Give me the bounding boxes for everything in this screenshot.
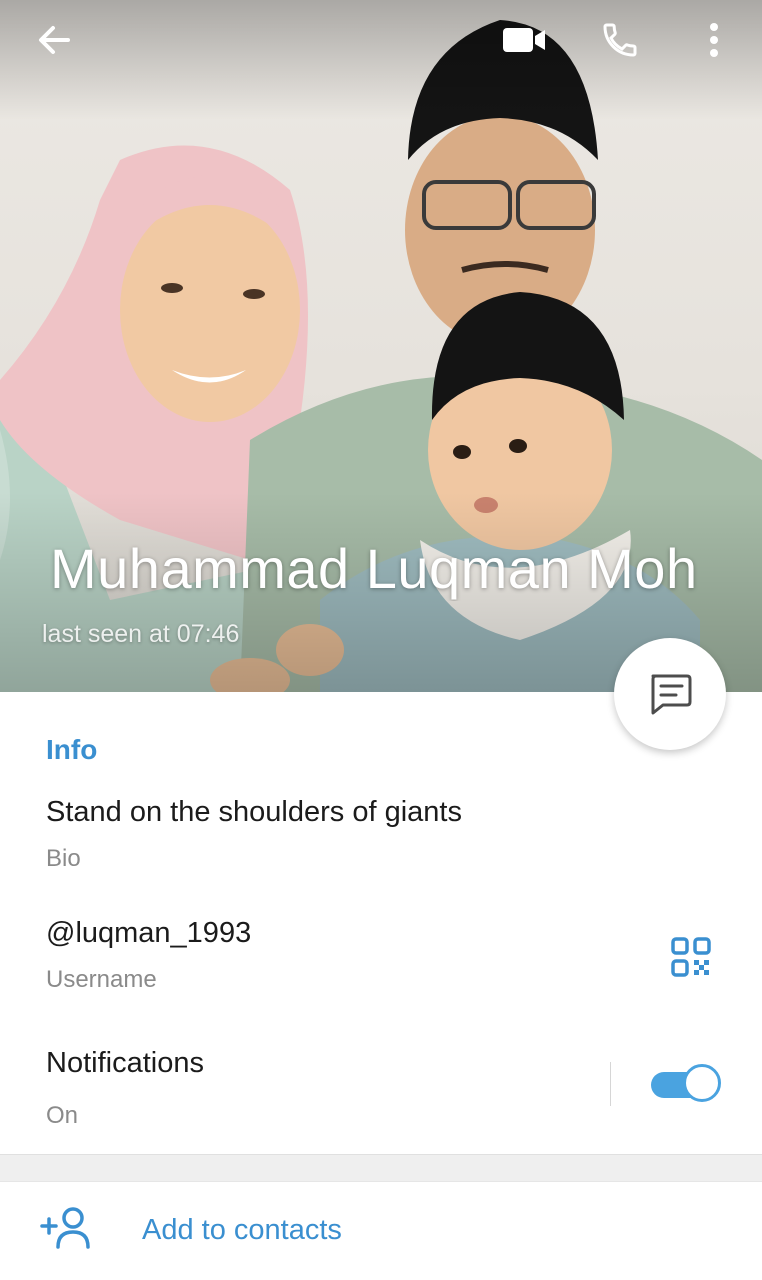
toggle-thumb [683,1064,721,1102]
notifications-title: Notifications [46,1047,204,1079]
video-call-button[interactable] [494,10,554,70]
back-button[interactable] [24,10,84,70]
add-to-contacts-label: Add to contacts [142,1214,342,1246]
send-message-button[interactable] [614,638,726,750]
notifications-divider [610,1062,611,1106]
bio-label: Bio [46,845,81,872]
add-to-contacts-button[interactable]: Add to contacts [0,1182,762,1280]
back-arrow-icon [39,26,70,54]
add-contact-icon [40,1207,90,1249]
video-call-icon [503,28,545,52]
qr-code-icon [671,937,711,977]
profile-photo-header[interactable]: Muhammad Luqman Moh last seen at 07:46 [0,0,762,692]
more-options-button[interactable] [684,10,744,70]
section-divider [0,1154,762,1182]
phone-icon [603,23,637,57]
notifications-status: On [46,1102,79,1129]
info-section-title: Info [46,734,98,765]
notifications-toggle[interactable] [651,1064,721,1104]
last-seen-status: last seen at 07:46 [42,620,240,648]
profile-name: Muhammad Luqman Moh [50,537,698,600]
bio-text: Stand on the shoulders of giants [46,796,462,828]
more-vertical-icon [710,23,718,57]
username-text: @luqman_1993 [46,917,252,949]
qr-code-button[interactable] [664,930,718,984]
chat-message-icon [651,674,692,715]
username-label: Username [46,966,157,993]
phone-call-button[interactable] [590,10,650,70]
